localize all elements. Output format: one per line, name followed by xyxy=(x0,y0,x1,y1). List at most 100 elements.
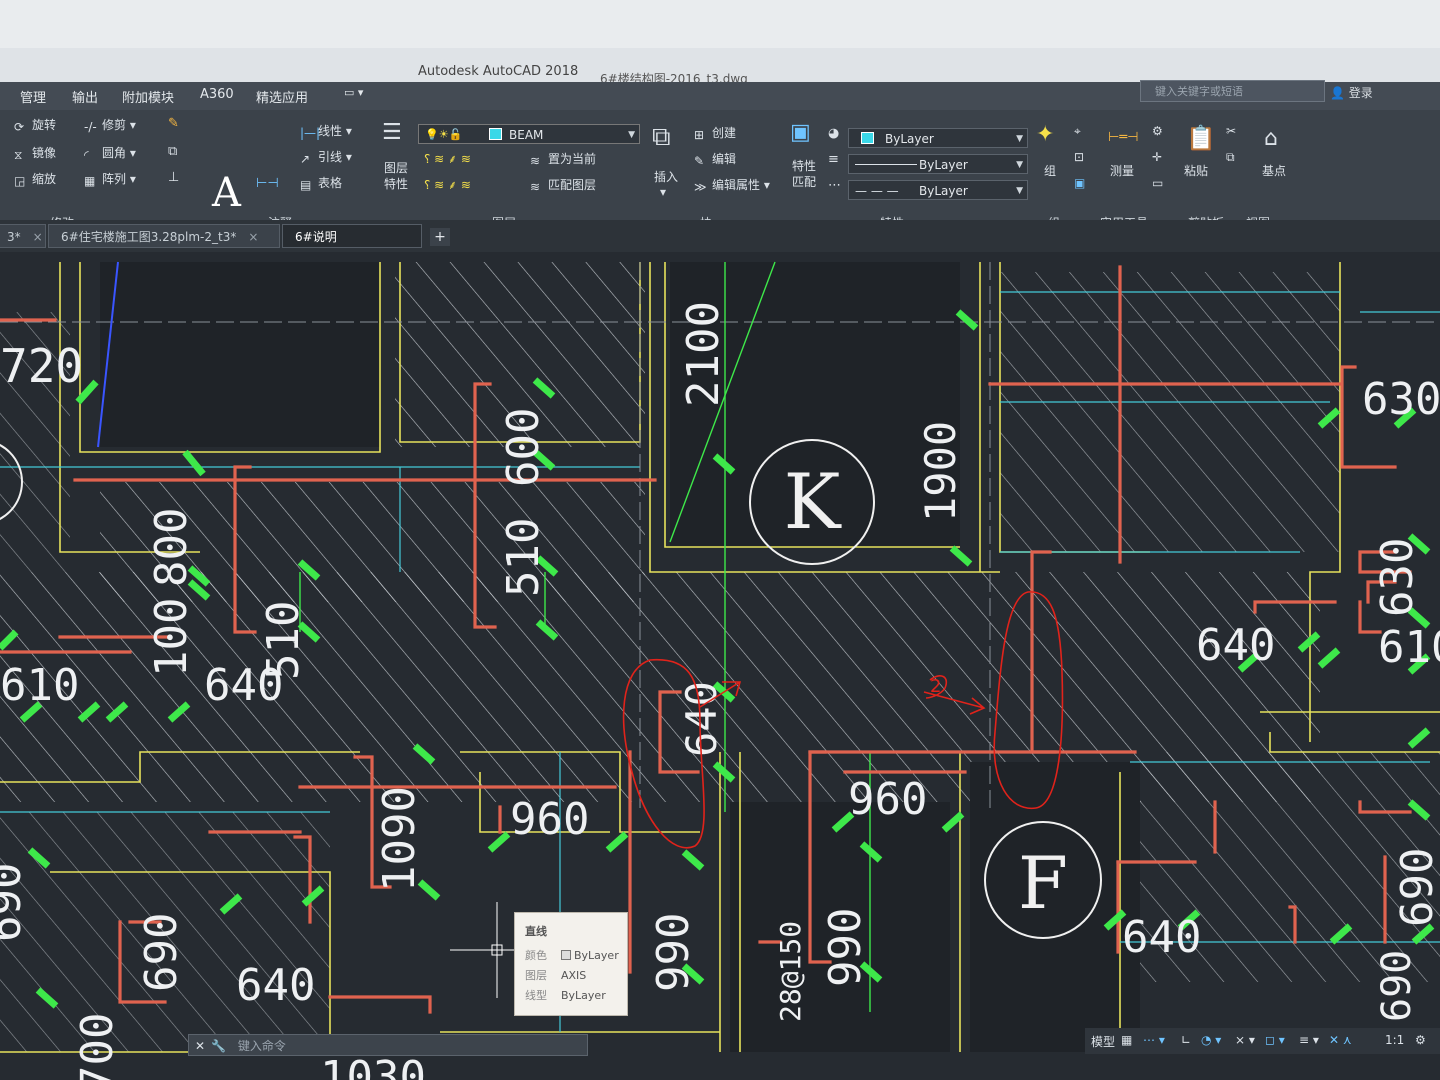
base-button[interactable]: 基点 xyxy=(1262,162,1286,179)
mirror-label: 镜像 xyxy=(32,146,57,160)
group-select-icon[interactable]: ▣ xyxy=(1074,176,1085,190)
point-icon[interactable]: ✛ xyxy=(1152,150,1162,164)
make-current-button[interactable]: ≋ 置为当前 xyxy=(530,150,596,168)
match-properties-icon[interactable]: ▣ xyxy=(790,120,811,145)
insert-button[interactable]: 插入 ▾ xyxy=(654,168,678,199)
annotation-visibility-icon[interactable]: ✕ ⋏ xyxy=(1329,1033,1352,1047)
tab-addins[interactable]: 附加模块 xyxy=(122,87,174,106)
layer-tools-row2-icons[interactable]: ⸮ ≋ ⸙ ≋ xyxy=(424,176,471,193)
lineweight-toggle-icon[interactable]: ≡ ▾ xyxy=(1299,1033,1319,1047)
copy-clip-icon[interactable]: ⧉ xyxy=(1226,150,1235,165)
model-tab[interactable]: 模型 xyxy=(1091,1033,1115,1050)
dim-640-e: 640 xyxy=(1122,912,1201,963)
match-layer-button[interactable]: ≋ 匹配图层 xyxy=(530,176,596,194)
scale-button[interactable]: ◲ 缩放 xyxy=(14,170,56,188)
chevron-down-icon: ▼ xyxy=(1016,160,1023,170)
close-icon[interactable]: × xyxy=(33,230,43,244)
scale-label: 缩放 xyxy=(32,172,57,186)
layer-dropdown[interactable]: 💡☀🔓 BEAM ▼ xyxy=(418,124,640,144)
linear-dim-button[interactable]: |—|线性 ▾ xyxy=(300,122,352,140)
rotate-button[interactable]: ⟳ 旋转 xyxy=(14,116,56,134)
array-icon: ▦ xyxy=(84,174,96,188)
ribbon-toggle-icon[interactable]: ▭ ▾ xyxy=(344,86,363,99)
tab-output[interactable]: 输出 xyxy=(72,87,98,106)
dim-640-c: 640 xyxy=(1196,620,1275,671)
grid-icon[interactable]: ▦ xyxy=(1121,1033,1132,1047)
copy-icon[interactable]: ⧉ xyxy=(168,144,177,159)
trim-button[interactable]: -/- 修剪 ▾ xyxy=(84,116,136,134)
dim-960-a: 960 xyxy=(510,794,589,845)
trim-icon: -/- xyxy=(84,120,97,134)
group-button[interactable]: 组 xyxy=(1044,162,1056,179)
tab-manage[interactable]: 管理 xyxy=(20,87,46,106)
ortho-icon[interactable]: ∟ xyxy=(1181,1033,1191,1047)
base-icon[interactable]: ⌂ xyxy=(1264,126,1278,151)
dim-2100: 2100 xyxy=(678,301,729,407)
insert-icon[interactable]: ⧉ xyxy=(652,122,671,153)
measure-icon[interactable]: ⊢═⊣ xyxy=(1108,130,1138,145)
drawing-canvas[interactable]: K F 720 2100 1900 600 510 800 100 510 61… xyxy=(0,252,1440,1080)
tab-document-3[interactable]: 6#说明_3.28_t3*× xyxy=(282,224,422,268)
login-button[interactable]: 👤 登录 xyxy=(1330,84,1373,101)
group-icon[interactable]: ✦ xyxy=(1036,122,1054,147)
osnap-icon[interactable]: ◻ ▾ xyxy=(1265,1033,1285,1047)
dim-990-b: 990 xyxy=(820,908,871,987)
tab-document-1[interactable]: 3* × xyxy=(0,224,46,248)
match-properties-button[interactable]: 特性 匹配 xyxy=(792,158,816,190)
create-block-button[interactable]: ⊞ 创建 xyxy=(694,124,736,142)
layer-tools-row1-icons[interactable]: ⸮ ≋ ⸙ ≋ xyxy=(424,150,471,167)
current-layer-name: BEAM xyxy=(509,128,544,142)
paste-button[interactable]: 粘贴 xyxy=(1184,162,1208,179)
cut-icon[interactable]: ✂ xyxy=(1226,124,1236,138)
measure-button[interactable]: 测量 xyxy=(1110,162,1134,179)
text-icon[interactable]: A xyxy=(212,170,241,216)
new-tab-button[interactable]: + xyxy=(430,228,450,246)
annotation-scale[interactable]: 1:1 xyxy=(1385,1033,1404,1047)
layer-color-swatch xyxy=(489,128,502,140)
wrench-icon[interactable]: 🔧 xyxy=(211,1039,226,1053)
isodraft-icon[interactable]: ⨯ ▾ xyxy=(1235,1033,1255,1047)
array-button[interactable]: ▦ 阵列 ▾ xyxy=(84,170,136,188)
command-input[interactable]: 键入命令 xyxy=(230,1039,286,1053)
edit-attributes-icon: ≫ xyxy=(694,180,707,194)
scale-icon: ◲ xyxy=(14,174,26,188)
dim-1030: 1030 xyxy=(320,1052,426,1080)
edit-attributes-button[interactable]: ≫ 编辑属性 ▾ xyxy=(694,176,770,194)
tab-a360[interactable]: A360 xyxy=(200,87,234,102)
layer-properties-icon[interactable]: ☰ xyxy=(382,120,402,145)
lineweight-dropdown[interactable]: ByLayer ▼ xyxy=(848,154,1028,174)
close-icon[interactable]: × xyxy=(248,230,258,244)
stretch-icon[interactable]: ⊥ xyxy=(168,170,179,185)
edit-block-button[interactable]: ✎ 编辑 xyxy=(694,150,736,168)
insert-label: 插入 xyxy=(654,170,679,184)
paste-icon[interactable]: 📋 xyxy=(1186,124,1216,152)
gear-icon[interactable]: ⚙ xyxy=(1415,1033,1426,1047)
table-icon: ▤ xyxy=(300,178,312,192)
table-button[interactable]: ▤ 表格 xyxy=(300,174,342,192)
dimension-icon[interactable]: ⊢⊣ xyxy=(256,176,279,191)
fillet-button[interactable]: ◜ 圆角 ▾ xyxy=(84,144,136,162)
group-edit-icon[interactable]: ⊡ xyxy=(1074,150,1084,164)
polar-icon[interactable]: ◔ ▾ xyxy=(1201,1033,1221,1047)
ribbon: ⟳旋转 -/-修剪 ▾ ⧖镜像 ◜圆角 ▾ ◲缩放 ▦阵列 ▾ ✎ ⧉ ⊥ 修改… xyxy=(0,110,1440,236)
erase-icon[interactable]: ✎ xyxy=(168,116,179,131)
select-all-icon[interactable]: ▭ xyxy=(1152,176,1163,190)
create-block-icon: ⊞ xyxy=(694,128,705,142)
edit-block-icon: ✎ xyxy=(694,154,705,168)
command-line[interactable]: ✕ 🔧 键入命令 xyxy=(188,1034,588,1056)
search-input[interactable]: 键入关键字或短语 xyxy=(1140,80,1325,102)
ungroup-icon[interactable]: ⌖ xyxy=(1074,124,1081,139)
linetype-dropdown[interactable]: — — — ByLayer ▼ xyxy=(848,180,1028,200)
grid-label-f: F xyxy=(1018,841,1068,925)
grid-label-k: K xyxy=(784,457,842,546)
mirror-button[interactable]: ⧖ 镜像 xyxy=(14,144,56,162)
app-title: Autodesk AutoCAD 2018 xyxy=(418,64,579,79)
calculator-icon[interactable]: ⚙ xyxy=(1152,124,1163,138)
color-dropdown[interactable]: ByLayer ▼ xyxy=(848,128,1028,148)
snap-icon[interactable]: ⋯ ▾ xyxy=(1143,1033,1165,1047)
layer-properties-button[interactable]: 图层 特性 xyxy=(384,160,408,192)
tab-featured-apps[interactable]: 精选应用 xyxy=(256,87,308,106)
tab-document-2[interactable]: 6#住宅楼施工图3.28plm-2_t3* × xyxy=(48,224,280,248)
close-icon[interactable]: ✕ xyxy=(189,1039,211,1053)
leader-button[interactable]: ↗ 引线 ▾ xyxy=(300,148,352,166)
